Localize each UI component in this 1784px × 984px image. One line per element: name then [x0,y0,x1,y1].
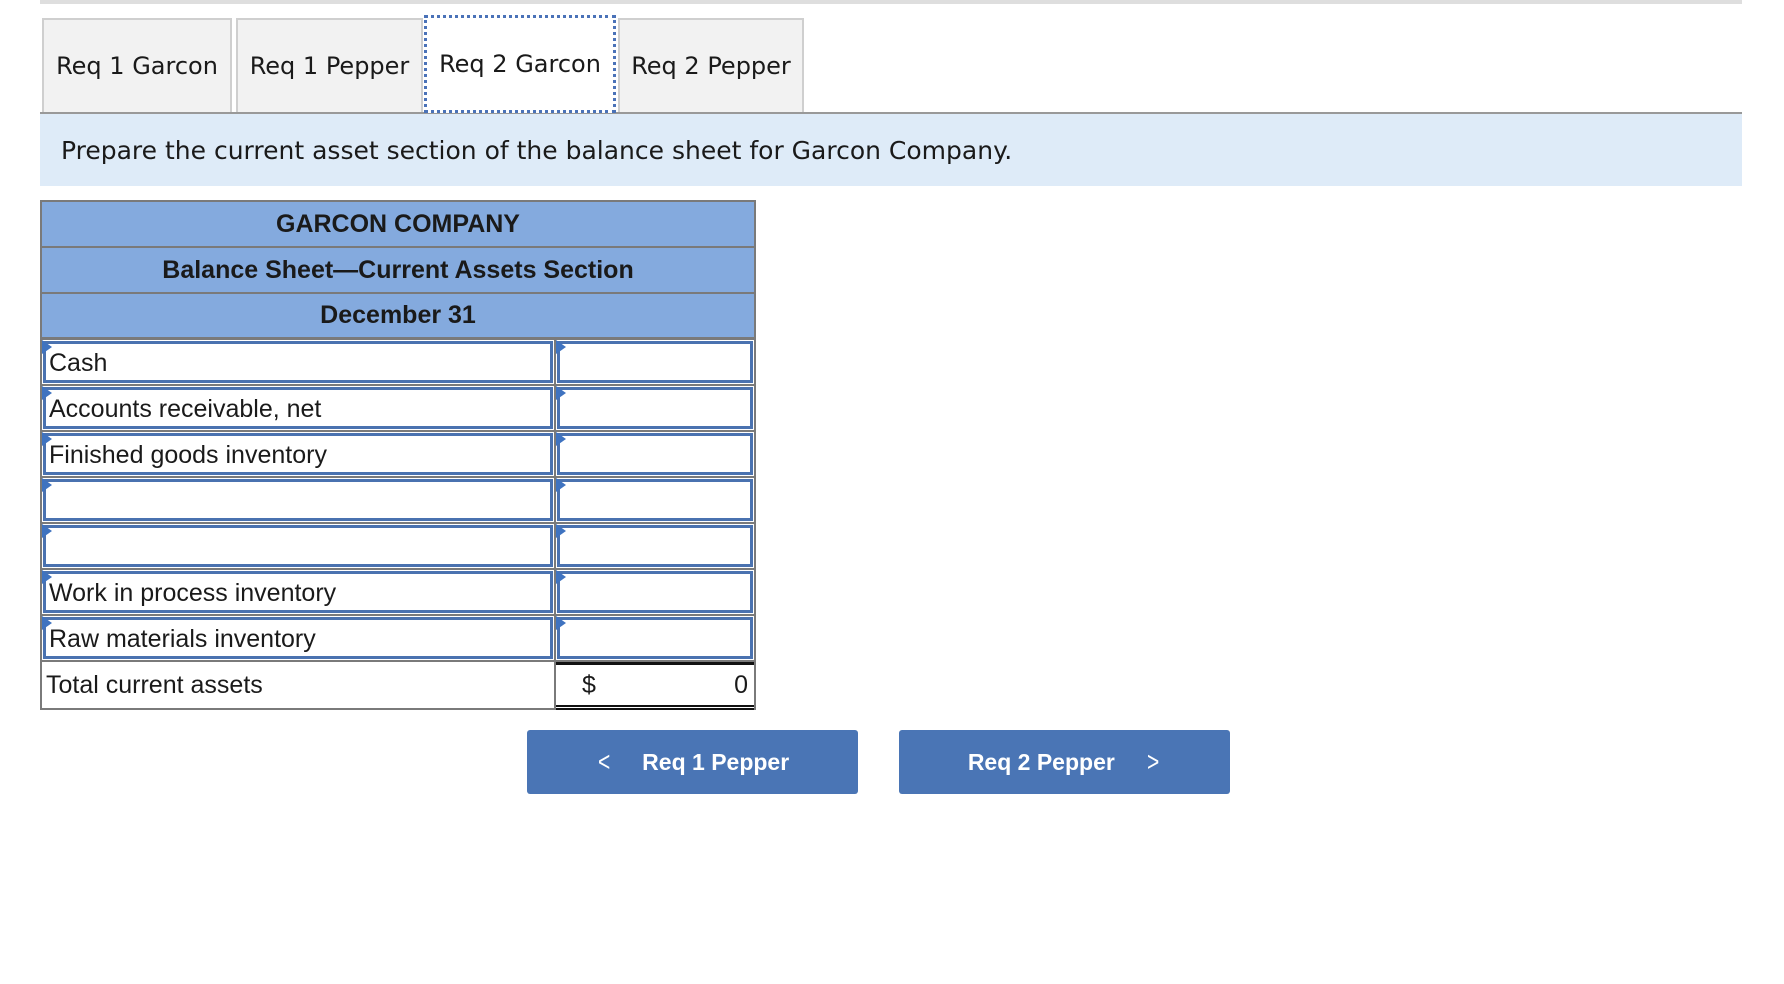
account-select[interactable] [43,479,553,521]
account-select[interactable]: Work in process inventory [43,571,553,613]
instruction-text: Prepare the current asset section of the… [61,135,1013,165]
label-cell: Accounts receivable, net [42,386,556,432]
amount-input[interactable] [557,617,753,659]
amount-cell [556,524,754,570]
tab-req-1-garcon[interactable]: Req 1 Garcon [42,18,232,112]
total-amount-cell: $ 0 [556,662,754,710]
amount-input[interactable] [557,571,753,613]
dropdown-marker-icon [556,570,566,584]
amount-cell [556,570,754,616]
amount-cell [556,616,754,662]
amount-input[interactable] [557,433,753,475]
chevron-right-icon: > [1146,746,1160,777]
total-row: Total current assets $ 0 [42,662,754,710]
tab-bar: Req 1 Garcon Req 1 Pepper Req 2 Garcon R… [40,15,1742,114]
amount-cell [556,478,754,524]
next-button[interactable]: Req 2 Pepper > [899,730,1230,794]
dropdown-marker-icon [42,432,52,446]
label-cell [42,524,556,570]
balance-sheet-table: GARCON COMPANY Balance Sheet—Current Ass… [40,200,756,710]
amount-input[interactable] [557,525,753,567]
total-value: 0 [734,670,748,699]
table-row: Accounts receivable, net [42,386,754,432]
table-row [42,524,754,570]
page: Req 1 Garcon Req 1 Pepper Req 2 Garcon R… [0,0,1784,984]
prev-button-label: Req 1 Pepper [642,748,790,775]
account-select[interactable]: Cash [43,341,553,383]
chevron-left-icon: < [597,746,611,777]
tab-req-1-pepper[interactable]: Req 1 Pepper [236,18,423,112]
dropdown-marker-icon [42,386,52,400]
amount-input[interactable] [557,341,753,383]
dropdown-marker-icon [556,478,566,492]
account-select[interactable]: Raw materials inventory [43,617,553,659]
dropdown-marker-icon [42,616,52,630]
table-row: Work in process inventory [42,570,754,616]
dropdown-marker-icon [42,340,52,354]
dropdown-marker-icon [556,432,566,446]
label-cell: Raw materials inventory [42,616,556,662]
amount-cell [556,386,754,432]
label-cell [42,478,556,524]
prev-button[interactable]: < Req 1 Pepper [527,730,858,794]
label-cell: Work in process inventory [42,570,556,616]
account-select[interactable]: Accounts receivable, net [43,387,553,429]
dropdown-marker-icon [42,570,52,584]
table-row: Cash [42,340,754,386]
dropdown-marker-icon [556,386,566,400]
currency-symbol: $ [582,670,596,699]
dropdown-marker-icon [556,616,566,630]
table-row: Raw materials inventory [42,616,754,662]
label-cell: Finished goods inventory [42,432,556,478]
dropdown-marker-icon [42,478,52,492]
amount-input[interactable] [557,479,753,521]
dropdown-marker-icon [42,524,52,538]
dropdown-marker-icon [556,340,566,354]
company-name: GARCON COMPANY [42,202,754,248]
amount-input[interactable] [557,387,753,429]
amount-cell [556,340,754,386]
top-divider [40,0,1742,4]
total-label: Total current assets [42,662,556,708]
amount-cell [556,432,754,478]
tab-req-2-garcon[interactable]: Req 2 Garcon [424,15,616,113]
tab-req-2-pepper[interactable]: Req 2 Pepper [618,18,804,112]
statement-title: Balance Sheet—Current Assets Section [42,248,754,294]
statement-date: December 31 [42,294,754,340]
next-button-label: Req 2 Pepper [967,748,1115,775]
dropdown-marker-icon [556,524,566,538]
account-select[interactable] [43,525,553,567]
account-select[interactable]: Finished goods inventory [43,433,553,475]
label-cell: Cash [42,340,556,386]
table-row: Finished goods inventory [42,432,754,478]
table-row [42,478,754,524]
instruction-banner: Prepare the current asset section of the… [40,114,1742,186]
